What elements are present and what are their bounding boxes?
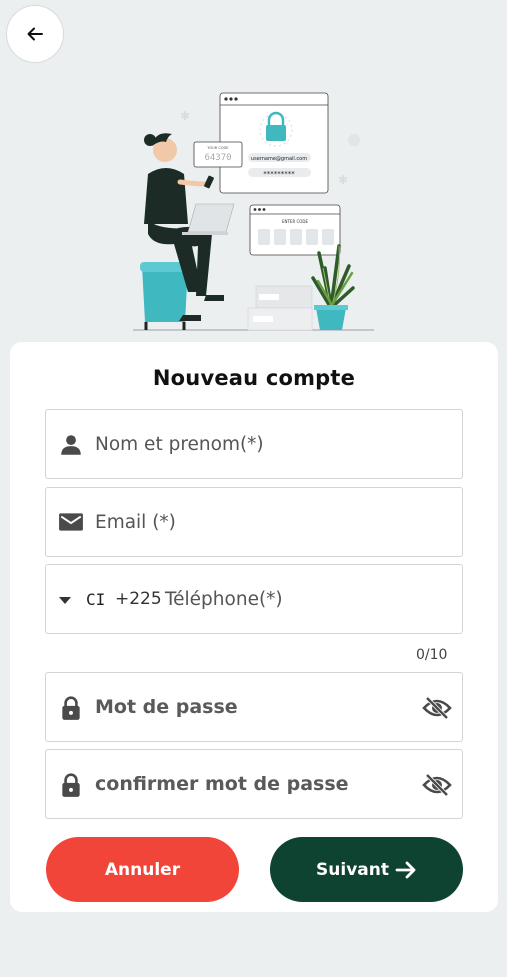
confirm-password-placeholder: confirmer mot de passe [95,773,349,795]
svg-text:✱: ✱ [180,109,190,123]
illustration-username: username@gmail.com [251,156,307,162]
back-button[interactable] [6,5,64,63]
eye-off-icon[interactable] [422,694,452,722]
caret-down-icon[interactable] [58,596,72,605]
phone-char-counter: 0/10 [416,647,448,663]
next-button[interactable]: Suivant [270,837,463,902]
mail-icon [59,513,83,531]
lock-icon [62,696,80,720]
phone-field[interactable]: CI +225 Téléphone(*) [45,564,463,634]
phone-placeholder: Téléphone(*) [165,588,283,610]
email-field[interactable]: Email (*) [45,487,463,557]
arrow-right-icon [395,861,416,878]
cancel-button[interactable]: Annuler [46,837,239,902]
person-icon [61,435,81,455]
illustration-enter-code: ENTER CODE [282,219,309,224]
dial-code: +225 [115,589,162,609]
illustration-password-mask: ********* [263,170,295,178]
signup-card: Nouveau compte Nom et prenom(*) Email (*… [10,342,498,912]
lock-icon [62,773,80,797]
name-placeholder: Nom et prenom(*) [95,433,264,455]
illustration-code-label: YOUR CODE [208,146,229,150]
password-field[interactable]: Mot de passe [45,672,463,742]
password-placeholder: Mot de passe [95,696,238,718]
confirm-password-field[interactable]: confirmer mot de passe [45,749,463,819]
arrow-left-icon [27,27,43,41]
next-button-label: Suivant [316,859,389,880]
eye-off-icon[interactable] [422,771,452,799]
illustration-code-value: 64370 [204,153,231,163]
cancel-button-label: Annuler [104,859,181,880]
page-title: Nouveau compte [152,366,356,390]
name-field[interactable]: Nom et prenom(*) [45,409,463,479]
email-placeholder: Email (*) [95,511,176,533]
svg-text:✱: ✱ [338,173,348,187]
country-code[interactable]: CI [86,565,105,633]
security-illustration: ✱ ✱ username@gmail.com ********* YOUR CO… [133,92,374,331]
